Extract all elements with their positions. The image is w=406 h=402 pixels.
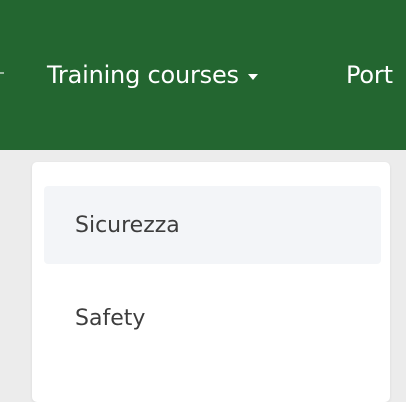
dropdown-item-sicurezza[interactable]: Sicurezza [44, 186, 381, 264]
dropdown-item-label: Sicurezza [75, 212, 180, 238]
nav-portal[interactable]: Port [346, 55, 393, 95]
nav-training-courses-label: Training courses [47, 61, 239, 89]
nav-training-courses[interactable]: Training courses [47, 55, 258, 95]
dropdown-item-safety[interactable]: Safety [44, 279, 381, 357]
dropdown-item-label: Safety [75, 305, 146, 331]
training-courses-dropdown: Sicurezza Safety [32, 162, 390, 402]
nav-separator [0, 72, 4, 74]
caret-down-icon [247, 73, 258, 80]
top-navbar: Training courses Port [0, 0, 406, 150]
nav-portal-label: Port [346, 61, 393, 89]
